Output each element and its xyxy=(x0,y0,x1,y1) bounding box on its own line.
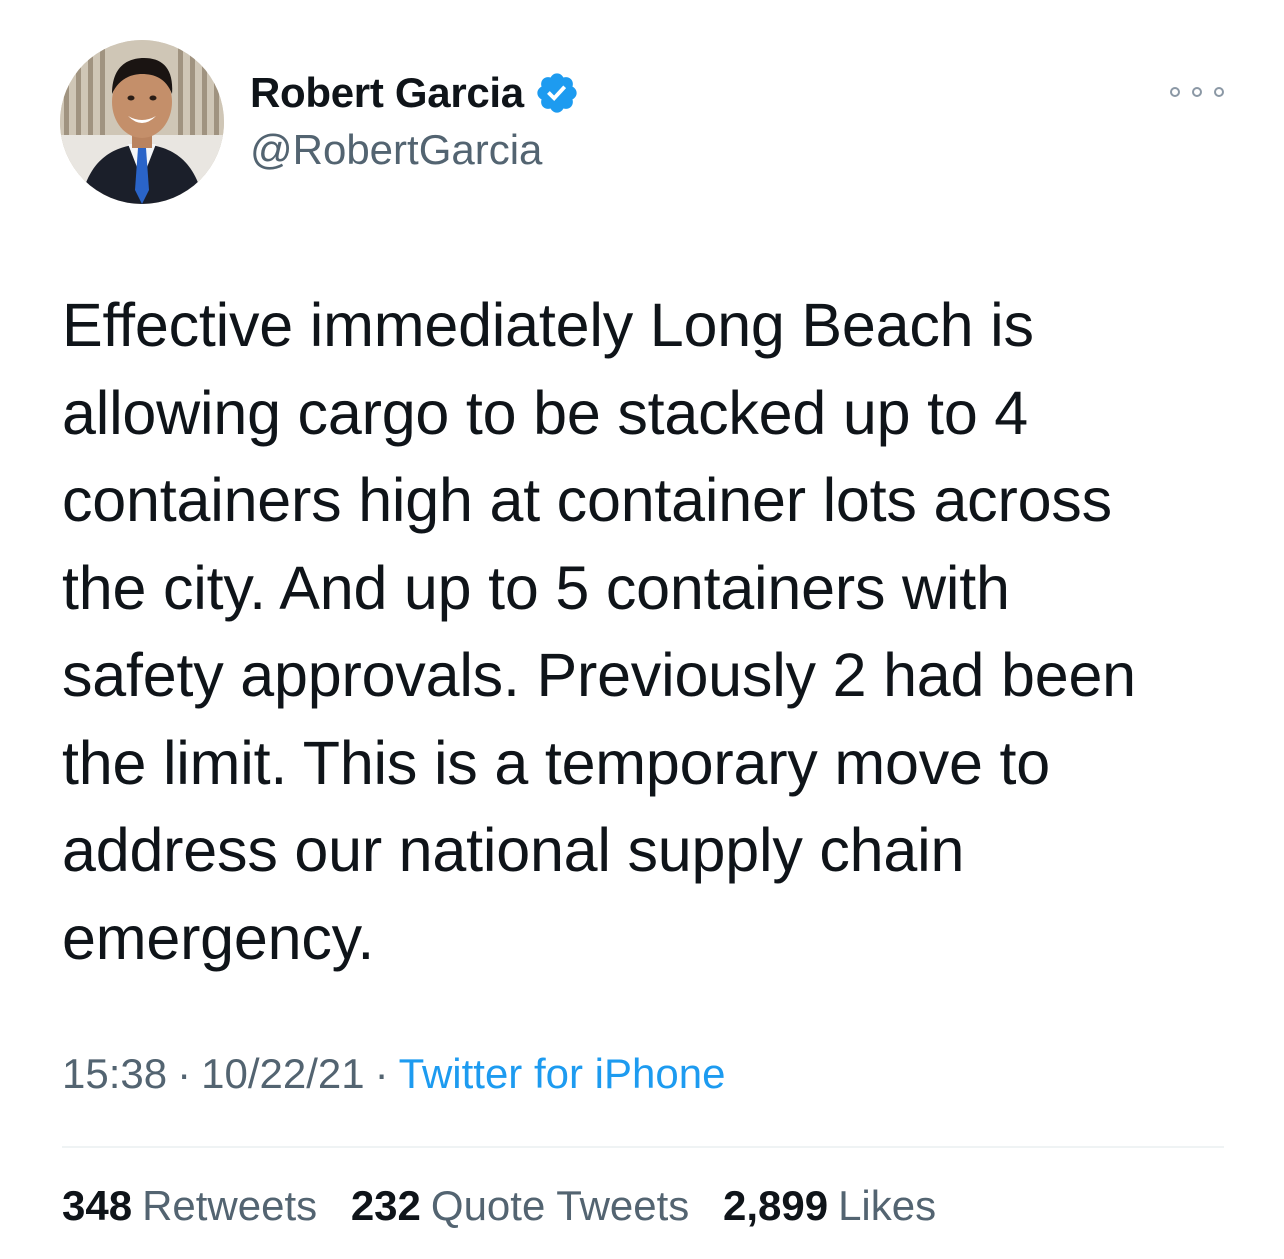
tweet-text-line: the city. And up to 5 containers with xyxy=(62,553,1010,622)
tweet-time[interactable]: 15:38 xyxy=(62,1050,167,1097)
likes-stat[interactable]: 2,899 Likes xyxy=(723,1182,936,1229)
retweets-stat[interactable]: 348 Retweets xyxy=(62,1182,317,1229)
quote-tweets-label: Quote Tweets xyxy=(430,1182,690,1229)
tweet-date[interactable]: 10/22/21 xyxy=(201,1050,365,1097)
quote-tweets-stat[interactable]: 232 Quote Tweets xyxy=(351,1182,689,1229)
more-dot xyxy=(1192,87,1202,97)
retweets-count: 348 xyxy=(62,1182,133,1229)
more-dot xyxy=(1214,87,1224,97)
profile-photo xyxy=(60,40,224,204)
author-handle[interactable]: @RobertGarcia xyxy=(250,126,542,174)
verified-badge-icon xyxy=(534,70,580,116)
author-name-row[interactable]: Robert Garcia xyxy=(250,66,580,120)
more-options-icon[interactable] xyxy=(1170,80,1224,104)
tweet-meta: 15:38 · 10/22/21 · Twitter for iPhone xyxy=(62,1050,725,1098)
likes-label: Likes xyxy=(838,1182,937,1229)
divider xyxy=(62,1146,1224,1148)
display-name[interactable]: Robert Garcia xyxy=(250,69,524,117)
tweet-card: Robert Garcia @RobertGarcia Effective im… xyxy=(0,0,1284,1259)
tweet-text-line: allowing cargo to be stacked up to 4 xyxy=(62,378,1029,447)
tweet-text-line: containers high at container lots across xyxy=(62,466,1112,534)
tweet-text-line: the limit. This is a temporary move to xyxy=(62,728,1050,797)
tweet-text-line: safety approvals. Previously 2 had been xyxy=(62,641,1136,709)
tweet-text: Effective immediately Long Beach is allo… xyxy=(62,282,1242,982)
tweet-text-line: Effective immediately Long Beach is xyxy=(62,291,1034,359)
engagement-stats: 348 Retweets 232 Quote Tweets 2,899 Likes xyxy=(62,1182,958,1230)
quote-tweets-count: 232 xyxy=(350,1182,421,1229)
meta-separator: · xyxy=(374,1050,389,1097)
tweet-text-line: address our national supply chain xyxy=(62,816,965,884)
likes-count: 2,899 xyxy=(722,1182,829,1229)
retweets-label: Retweets xyxy=(142,1182,318,1229)
tweet-text-line: emergency. xyxy=(62,903,375,972)
more-dot xyxy=(1170,87,1180,97)
avatar[interactable] xyxy=(60,40,224,204)
tweet-source-link[interactable]: Twitter for iPhone xyxy=(399,1050,726,1097)
meta-separator: · xyxy=(177,1050,192,1097)
